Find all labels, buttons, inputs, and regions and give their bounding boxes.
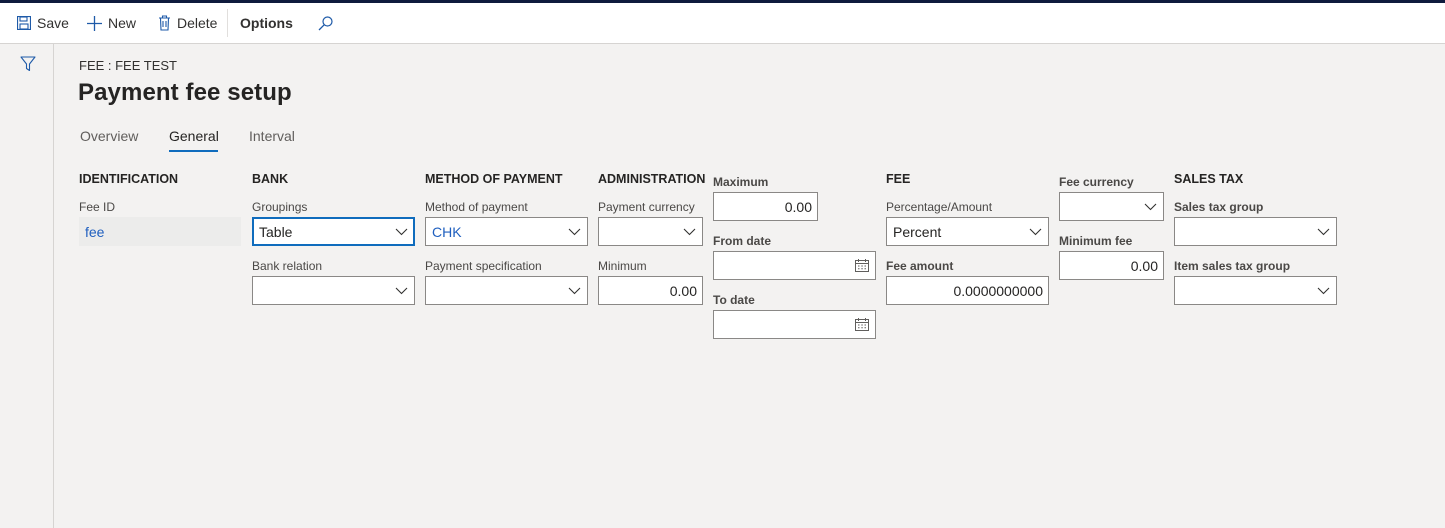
method-of-payment-select[interactable]: CHK bbox=[425, 217, 588, 246]
filter-icon[interactable] bbox=[20, 56, 36, 77]
delete-label: Delete bbox=[177, 15, 218, 31]
administration-header: ADMINISTRATION bbox=[598, 172, 706, 186]
chevron-down-icon[interactable] bbox=[1022, 218, 1048, 245]
to-date-input[interactable] bbox=[713, 310, 876, 339]
groupings-select[interactable]: Table bbox=[252, 217, 415, 246]
search-button[interactable] bbox=[318, 3, 333, 43]
fee-amount-input[interactable]: 0.0000000000 bbox=[886, 276, 1049, 305]
item-sales-tax-group-label: Item sales tax group bbox=[1174, 259, 1291, 273]
from-date-input[interactable] bbox=[713, 251, 876, 280]
minimum-input[interactable]: 0.00 bbox=[598, 276, 703, 305]
trash-icon bbox=[158, 15, 171, 31]
item-sales-tax-group-select[interactable] bbox=[1174, 276, 1337, 305]
breadcrumb: FEE : FEE TEST bbox=[79, 58, 178, 73]
save-icon bbox=[17, 16, 31, 30]
toolbar-divider bbox=[227, 9, 228, 37]
chevron-down-icon[interactable] bbox=[388, 218, 414, 245]
chevron-down-icon[interactable] bbox=[1310, 218, 1336, 245]
maximum-input[interactable]: 0.00 bbox=[713, 192, 818, 221]
method-of-payment-value: CHK bbox=[432, 223, 462, 240]
bank-header: BANK bbox=[252, 172, 289, 186]
to-date-label: To date bbox=[713, 293, 755, 307]
chevron-down-icon[interactable] bbox=[676, 218, 702, 245]
options-button[interactable]: Options bbox=[240, 3, 293, 43]
tab-overview[interactable]: Overview bbox=[80, 128, 138, 144]
delete-button[interactable]: Delete bbox=[158, 3, 217, 43]
sales-tax-header: SALES TAX bbox=[1174, 172, 1244, 186]
percentage-amount-value: Percent bbox=[893, 223, 942, 240]
calendar-icon[interactable] bbox=[849, 311, 875, 338]
fee-amount-value: 0.0000000000 bbox=[953, 282, 1043, 299]
chevron-down-icon[interactable] bbox=[388, 277, 414, 304]
maximum-value: 0.00 bbox=[784, 198, 812, 215]
method-of-payment-header: METHOD OF PAYMENT bbox=[425, 172, 563, 186]
payment-currency-select[interactable] bbox=[598, 217, 703, 246]
groupings-label: Groupings bbox=[252, 200, 308, 214]
page-title: Payment fee setup bbox=[78, 79, 292, 106]
minimum-fee-value: 0.00 bbox=[1130, 257, 1158, 274]
method-of-payment-label: Method of payment bbox=[425, 200, 528, 214]
minimum-value: 0.00 bbox=[669, 282, 697, 299]
chevron-down-icon[interactable] bbox=[1137, 193, 1163, 220]
save-button[interactable]: Save bbox=[17, 3, 69, 43]
calendar-icon[interactable] bbox=[849, 252, 875, 279]
left-filter-pane bbox=[0, 44, 54, 528]
chevron-down-icon[interactable] bbox=[561, 277, 587, 304]
main-content: FEE : FEE TEST Payment fee setup Overvie… bbox=[54, 44, 1445, 528]
identification-header: IDENTIFICATION bbox=[79, 172, 179, 186]
plus-icon bbox=[87, 15, 102, 31]
payment-currency-label: Payment currency bbox=[598, 200, 695, 214]
minimum-fee-input[interactable]: 0.00 bbox=[1059, 251, 1164, 280]
groupings-value: Table bbox=[259, 223, 293, 240]
sales-tax-group-select[interactable] bbox=[1174, 217, 1337, 246]
minimum-fee-label: Minimum fee bbox=[1059, 234, 1133, 248]
chevron-down-icon[interactable] bbox=[1310, 277, 1336, 304]
fee-amount-label: Fee amount bbox=[886, 259, 954, 273]
save-label: Save bbox=[37, 15, 69, 31]
percentage-amount-label: Percentage/Amount bbox=[886, 200, 993, 214]
fee-id-field[interactable]: fee bbox=[79, 217, 241, 246]
fee-header: FEE bbox=[886, 172, 911, 186]
fee-currency-select[interactable] bbox=[1059, 192, 1164, 221]
tab-interval[interactable]: Interval bbox=[249, 128, 295, 144]
options-label: Options bbox=[240, 15, 293, 31]
action-pane: Save New Delete Options bbox=[0, 3, 1445, 44]
from-date-label: From date bbox=[713, 234, 772, 248]
search-icon bbox=[318, 15, 333, 31]
active-tab-indicator bbox=[169, 150, 218, 152]
new-button[interactable]: New bbox=[87, 3, 136, 43]
fee-id-label: Fee ID bbox=[79, 200, 116, 214]
bank-relation-select[interactable] bbox=[252, 276, 415, 305]
fee-id-value: fee bbox=[85, 223, 105, 240]
minimum-label: Minimum bbox=[598, 259, 647, 273]
fee-currency-label: Fee currency bbox=[1059, 175, 1134, 189]
percentage-amount-select[interactable]: Percent bbox=[886, 217, 1049, 246]
sales-tax-group-label: Sales tax group bbox=[1174, 200, 1264, 214]
chevron-down-icon[interactable] bbox=[561, 218, 587, 245]
maximum-label: Maximum bbox=[713, 175, 769, 189]
new-label: New bbox=[108, 15, 137, 31]
payment-specification-select[interactable] bbox=[425, 276, 588, 305]
bank-relation-label: Bank relation bbox=[252, 259, 323, 273]
tab-general[interactable]: General bbox=[169, 128, 219, 144]
payment-specification-label: Payment specification bbox=[425, 259, 542, 273]
